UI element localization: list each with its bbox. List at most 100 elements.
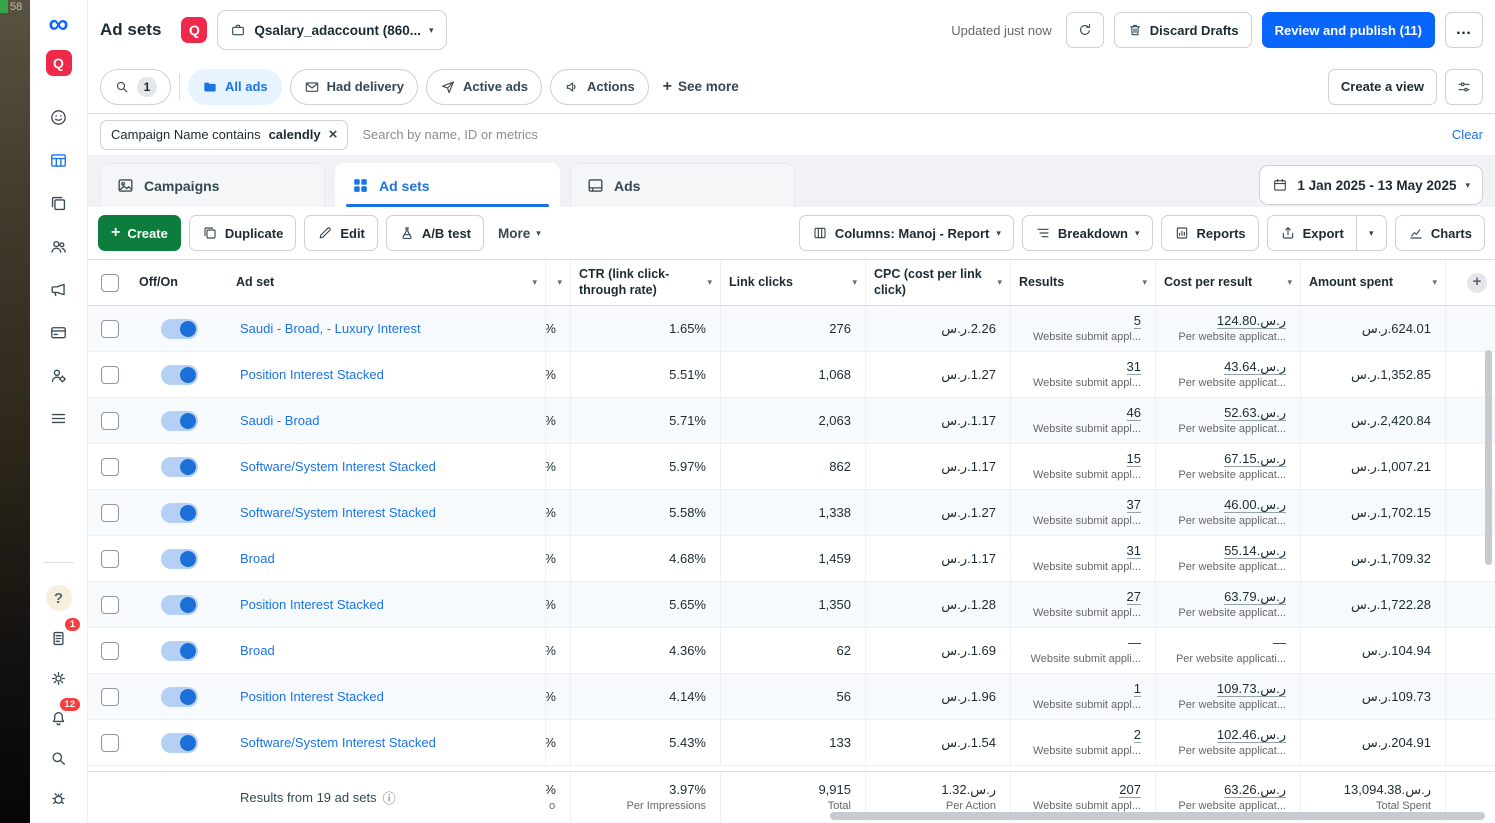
review-publish-button[interactable]: Review and publish (11) — [1261, 12, 1435, 48]
edit-button[interactable]: Edit — [304, 215, 378, 251]
row-checkbox[interactable] — [100, 641, 119, 660]
reports-button[interactable]: Reports — [1160, 215, 1259, 251]
ad-set-name-link[interactable]: Broad — [240, 551, 275, 566]
more-options-button[interactable]: … — [1445, 12, 1483, 48]
ad-set-toggle[interactable] — [161, 686, 198, 707]
breakdown-button[interactable]: Breakdown ▾ — [1021, 215, 1153, 251]
account-settings-icon[interactable] — [46, 362, 72, 388]
filter-had-delivery[interactable]: Had delivery — [289, 68, 418, 105]
remove-chip-icon[interactable]: × — [329, 126, 338, 143]
filter-chip[interactable]: Campaign Name contains calendly × — [100, 119, 349, 150]
cost-per-result-value[interactable]: ر.س.124.80 — [1216, 313, 1286, 330]
cost-per-result-value[interactable]: ر.س.102.46 — [1216, 727, 1286, 744]
search-icon[interactable] — [46, 745, 72, 771]
cost-per-result-value[interactable]: ر.س.55.14 — [1224, 543, 1286, 560]
account-avatar[interactable]: Q — [181, 17, 208, 43]
search-input[interactable] — [362, 127, 1438, 142]
select-all-checkbox[interactable] — [100, 273, 119, 292]
info-icon[interactable]: ⓘ — [383, 788, 396, 807]
export-caret-button[interactable]: ▾ — [1356, 215, 1387, 251]
row-checkbox[interactable] — [100, 411, 119, 430]
ad-set-name-link[interactable]: Position Interest Stacked — [240, 597, 384, 612]
row-checkbox[interactable] — [100, 365, 119, 384]
results-value[interactable]: 15 — [1126, 451, 1141, 468]
column-ad-set[interactable]: Ad set ▾ — [228, 260, 546, 305]
column-amount-spent[interactable]: Amount spent ▾ — [1301, 260, 1446, 305]
columns-button[interactable]: Columns: Manoj - Report ▾ — [798, 215, 1014, 251]
ad-set-toggle[interactable] — [161, 594, 198, 615]
cost-per-result-value[interactable]: ر.س.109.73 — [1216, 681, 1286, 698]
charts-button[interactable]: Charts — [1394, 215, 1485, 251]
row-checkbox[interactable] — [100, 733, 119, 752]
account-selector[interactable]: Qsalary_adaccount (860... ▾ — [217, 10, 447, 50]
tab-ads[interactable]: Ads — [570, 163, 795, 207]
results-value[interactable]: 31 — [1126, 543, 1141, 560]
search-filter-pill[interactable]: 1 — [100, 68, 171, 105]
ad-set-toggle[interactable] — [161, 456, 198, 477]
results-value[interactable]: 1 — [1133, 681, 1141, 698]
row-checkbox[interactable] — [100, 319, 119, 338]
create-view-button[interactable]: Create a view — [1327, 68, 1437, 105]
horizontal-scrollbar[interactable] — [830, 812, 1485, 820]
results-value[interactable]: 27 — [1126, 589, 1141, 606]
create-button[interactable]: + Create — [98, 215, 181, 251]
results-value[interactable]: 5 — [1133, 313, 1141, 330]
bug-report-icon[interactable] — [46, 785, 72, 811]
more-menu-button[interactable]: More ▾ — [492, 226, 547, 241]
filter-active-ads[interactable]: Active ads — [425, 68, 542, 105]
ad-set-name-link[interactable]: Position Interest Stacked — [240, 367, 384, 382]
ad-set-toggle[interactable] — [161, 410, 198, 431]
advertising-megaphone-icon[interactable] — [46, 276, 72, 302]
vertical-scrollbar[interactable] — [1485, 350, 1492, 565]
help-icon[interactable]: ? — [45, 585, 72, 611]
column-results[interactable]: Results ▾ — [1011, 260, 1156, 305]
updates-docs-icon[interactable]: 1 — [46, 618, 80, 651]
results-value[interactable]: 37 — [1126, 497, 1141, 514]
ad-set-name-link[interactable]: Saudi - Broad, - Luxury Interest — [240, 321, 421, 336]
discard-drafts-button[interactable]: Discard Drafts — [1113, 12, 1252, 48]
column-link-clicks[interactable]: Link clicks ▾ — [721, 260, 866, 305]
meta-logo-icon[interactable]: ∞ — [49, 10, 69, 38]
ad-set-toggle[interactable] — [161, 318, 198, 339]
clear-filters-link[interactable]: Clear — [1452, 127, 1483, 142]
cost-per-result-value[interactable]: ر.س.43.64 — [1224, 359, 1286, 376]
settings-gear-icon[interactable] — [46, 665, 72, 691]
ad-set-name-link[interactable]: Position Interest Stacked — [240, 689, 384, 704]
duplicate-button[interactable]: Duplicate — [188, 215, 297, 251]
ad-set-toggle[interactable] — [161, 640, 198, 661]
row-checkbox[interactable] — [100, 595, 119, 614]
add-column-button[interactable]: + — [1467, 272, 1487, 293]
ad-set-toggle[interactable] — [161, 548, 198, 569]
filter-actions[interactable]: Actions — [550, 68, 649, 105]
row-checkbox[interactable] — [100, 549, 119, 568]
ad-set-name-link[interactable]: Broad — [240, 643, 275, 658]
ad-set-name-link[interactable]: Software/System Interest Stacked — [240, 735, 436, 750]
cost-per-result-value[interactable]: ر.س.52.63 — [1224, 405, 1286, 422]
row-checkbox[interactable] — [100, 457, 119, 476]
cost-per-result-value[interactable]: ر.س.67.15 — [1224, 451, 1286, 468]
view-settings-button[interactable] — [1445, 68, 1483, 105]
see-more-button[interactable]: + See more — [657, 78, 745, 95]
notifications-bell-icon[interactable]: 12 — [46, 698, 80, 731]
cost-per-result-value[interactable]: ر.س.63.79 — [1224, 589, 1286, 606]
column-cost-per-result[interactable]: Cost per result ▾ — [1156, 260, 1301, 305]
refresh-button[interactable] — [1065, 12, 1104, 48]
results-value[interactable]: 31 — [1126, 359, 1141, 376]
all-tools-menu-icon[interactable] — [46, 405, 72, 431]
ab-test-button[interactable]: A/B test — [385, 215, 485, 251]
date-range-picker[interactable]: 1 Jan 2025 - 13 May 2025 ▾ — [1259, 165, 1483, 205]
row-checkbox[interactable] — [100, 503, 119, 522]
row-checkbox[interactable] — [100, 687, 119, 706]
export-button[interactable]: Export — [1266, 215, 1357, 251]
tab-ad-sets[interactable]: Ad sets — [335, 163, 560, 207]
column-cpc[interactable]: CPC (cost per link click) ▾ — [866, 260, 1011, 305]
ad-set-name-link[interactable]: Software/System Interest Stacked — [240, 505, 436, 520]
ad-set-toggle[interactable] — [161, 732, 198, 753]
column-clipped[interactable]: ▾ — [546, 260, 571, 305]
filter-all-ads[interactable]: All ads — [188, 68, 282, 105]
cost-per-result-value[interactable]: ر.س.46.00 — [1224, 497, 1286, 514]
audiences-icon[interactable] — [46, 233, 72, 259]
pages-icon[interactable] — [46, 190, 72, 216]
ad-set-name-link[interactable]: Software/System Interest Stacked — [240, 459, 436, 474]
billing-card-icon[interactable] — [46, 319, 72, 345]
